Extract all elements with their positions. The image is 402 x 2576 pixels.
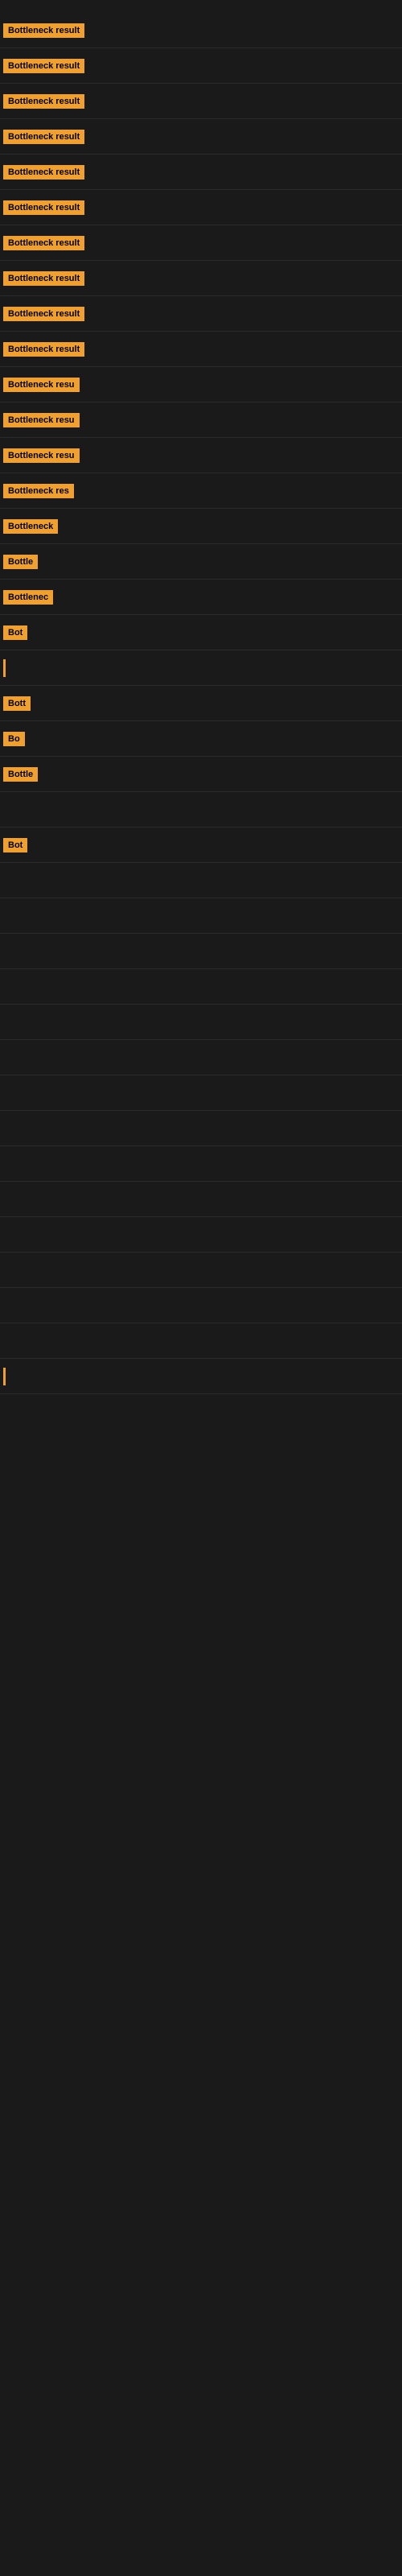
bottleneck-result-badge[interactable]: Bottleneck result <box>3 130 84 144</box>
list-item <box>0 1075 402 1111</box>
list-item: Bottleneck resu <box>0 438 402 473</box>
list-item: Bottleneck resu <box>0 402 402 438</box>
bottleneck-result-badge[interactable]: Bottleneck result <box>3 200 84 215</box>
list-item: Bottle <box>0 757 402 792</box>
list-item: Bott <box>0 686 402 721</box>
list-item: Bottleneck resu <box>0 367 402 402</box>
list-item: Bottleneck result <box>0 155 402 190</box>
list-item: Bottle <box>0 544 402 580</box>
list-item: Bo <box>0 721 402 757</box>
bottleneck-result-badge[interactable]: Bot <box>3 625 27 640</box>
list-item <box>0 1005 402 1040</box>
cursor-indicator <box>3 659 6 677</box>
bottleneck-result-badge[interactable]: Bottleneck result <box>3 94 84 109</box>
list-item <box>0 1323 402 1359</box>
list-item <box>0 863 402 898</box>
list-item: Bottleneck result <box>0 13 402 48</box>
bottleneck-result-badge[interactable]: Bottleneck result <box>3 165 84 180</box>
bottleneck-result-badge[interactable]: Bottleneck result <box>3 59 84 73</box>
bottleneck-result-badge[interactable]: Bot <box>3 838 27 852</box>
list-item <box>0 792 402 828</box>
list-item <box>0 1288 402 1323</box>
bottleneck-result-badge[interactable]: Bottlenec <box>3 590 53 605</box>
bottleneck-result-badge[interactable]: Bott <box>3 696 31 711</box>
list-item: Bottlenec <box>0 580 402 615</box>
list-item <box>0 1182 402 1217</box>
bottleneck-result-badge[interactable]: Bottleneck res <box>3 484 74 498</box>
list-item: Bot <box>0 615 402 650</box>
bottleneck-result-badge[interactable]: Bottleneck <box>3 519 58 534</box>
bottleneck-result-badge[interactable]: Bottleneck result <box>3 23 84 38</box>
list-item: Bottleneck result <box>0 225 402 261</box>
list-item <box>0 1146 402 1182</box>
list-item: Bottleneck result <box>0 332 402 367</box>
bottleneck-result-badge[interactable]: Bottle <box>3 555 38 569</box>
bottleneck-result-badge[interactable]: Bottleneck resu <box>3 413 80 427</box>
list-item <box>0 934 402 969</box>
bottleneck-result-badge[interactable]: Bottleneck resu <box>3 378 80 392</box>
list-item <box>0 969 402 1005</box>
list-item <box>0 1111 402 1146</box>
list-item: Bottleneck result <box>0 119 402 155</box>
list-item <box>0 1040 402 1075</box>
list-item <box>0 898 402 934</box>
bottleneck-result-badge[interactable]: Bottleneck result <box>3 342 84 357</box>
bottleneck-result-badge[interactable]: Bottleneck result <box>3 307 84 321</box>
list-item <box>0 1359 402 1394</box>
bottleneck-result-badge[interactable]: Bottleneck result <box>3 271 84 286</box>
list-item <box>0 650 402 686</box>
list-item: Bot <box>0 828 402 863</box>
list-item <box>0 1253 402 1288</box>
list-item: Bottleneck result <box>0 84 402 119</box>
bottleneck-result-badge[interactable]: Bottle <box>3 767 38 782</box>
list-item: Bottleneck res <box>0 473 402 509</box>
bottleneck-result-badge[interactable]: Bottleneck resu <box>3 448 80 463</box>
list-item: Bottleneck result <box>0 48 402 84</box>
list-item: Bottleneck result <box>0 261 402 296</box>
list-item: Bottleneck result <box>0 296 402 332</box>
list-item: Bottleneck <box>0 509 402 544</box>
site-title <box>0 0 402 13</box>
list-item: Bottleneck result <box>0 190 402 225</box>
cursor-indicator-2 <box>3 1368 6 1385</box>
bottleneck-result-badge[interactable]: Bottleneck result <box>3 236 84 250</box>
list-item <box>0 1217 402 1253</box>
bottleneck-result-badge[interactable]: Bo <box>3 732 25 746</box>
